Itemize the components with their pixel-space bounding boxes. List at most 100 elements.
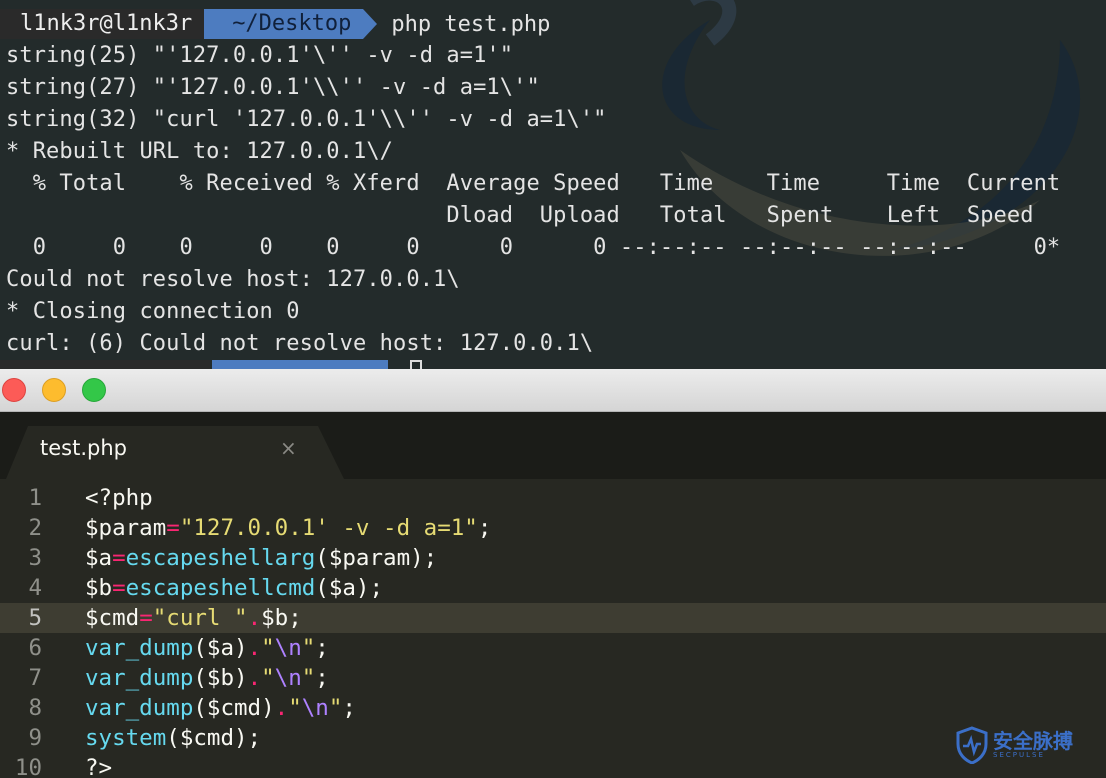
code-line[interactable]: 6 var_dump($a)."\n"; [0,633,1106,663]
code-token: var_dump [85,665,194,691]
tab-close-icon[interactable]: × [280,436,297,460]
code-token: var_dump [85,635,194,661]
code-line[interactable]: 10 ?> [0,753,1106,778]
code-token: = [139,605,153,631]
code-token: \n [274,635,302,661]
code-token: ($cmd); [166,725,262,751]
code-text: $param="127.0.0.1' -v -d a=1"; [85,513,491,543]
code-token: . [247,665,262,691]
secpulse-shield-icon [956,726,988,764]
code-text: var_dump($b)."\n"; [85,663,329,693]
terminal-output-line: curl: (6) Could not resolve host: 127.0.… [6,331,594,356]
code-token: " [301,665,316,691]
code-token: " [328,695,343,721]
code-token: "curl " [152,605,248,631]
line-number[interactable]: 10 [0,753,42,778]
code-token: ($a) [193,635,248,661]
code-token: . [247,605,262,631]
code-line[interactable]: 2 $param="127.0.0.1' -v -d a=1"; [0,513,1106,543]
line-number[interactable]: 6 [0,633,42,663]
line-number[interactable]: 1 [0,483,42,513]
code-token: system [85,725,167,751]
code-token: $b [85,575,113,601]
code-line[interactable]: 1 <?php [0,483,1106,513]
code-token: "127.0.0.1' -v -d a=1" [179,515,478,541]
code-line[interactable]: 4 $b=escapeshellcmd($a); [0,573,1106,603]
next-prompt-partial [0,360,430,369]
line-number[interactable]: 7 [0,663,42,693]
code-token: " [261,665,275,691]
code-token: var_dump [85,695,194,721]
shell-prompt: l1nk3r@l1nk3r ~/Desktop php test.php [0,8,1054,40]
code-token: ($param); [315,545,438,571]
code-token: = [112,575,126,601]
terminal-output-line: * Rebuilt URL to: 127.0.0.1\/ [6,139,394,164]
code-token: ; [477,515,492,541]
prompt-user: l1nk3r@l1nk3r [0,9,219,39]
line-number[interactable]: 3 [0,543,42,573]
code-text: <?php [85,483,153,513]
terminal-cursor-icon [410,360,422,369]
code-token: \n [274,665,302,691]
line-number[interactable]: 5 [0,603,42,633]
sublime-editor-window[interactable]: test.php × 1 <?php 2 $param="127.0.0.1' -v … [0,369,1106,778]
code-token: ?> [85,755,113,778]
code-token: \n [301,695,329,721]
code-token: ($b) [193,665,248,691]
terminal-output: string(25) "'127.0.0.1'\'' -v -d a=1'" st… [6,40,1060,360]
window-titlebar[interactable] [0,369,1106,412]
code-token: $a [85,545,113,571]
code-token: ; [342,695,356,721]
terminal-output-line: string(32) "curl '127.0.0.1'\\'' -v -d a… [6,107,607,132]
code-editor[interactable]: 1 <?php 2 $param="127.0.0.1' -v -d a=1"; 3 $a… [0,483,1106,778]
code-token: = [112,545,126,571]
code-token: ; [315,665,329,691]
code-token: escapeshellarg [125,545,316,571]
terminal-output-line: Dload Upload Total Spent Left Speed [6,203,1034,228]
maximize-window-icon[interactable] [82,378,106,402]
code-token: " [288,695,302,721]
terminal-window[interactable]: l1nk3r@l1nk3r ~/Desktop php test.php str… [0,0,1106,369]
code-token: " [261,635,275,661]
code-token: $cmd [85,605,140,631]
prompt-command: php test.php [391,11,551,37]
code-line[interactable]: 8 var_dump($cmd)."\n"; [0,693,1106,723]
code-token: . [274,695,289,721]
close-window-icon[interactable] [2,378,26,402]
tab-label[interactable]: test.php [40,436,127,460]
code-token: ($cmd) [193,695,275,721]
watermark-text: 安全脉搏 [993,729,1073,753]
terminal-output-line: % Total % Received % Xferd Average Speed… [6,171,1061,196]
terminal-output-line: 0 0 0 0 0 0 0 0 --:--:-- --:--:-- --:--:… [6,235,1061,260]
line-number[interactable]: 2 [0,513,42,543]
code-text: ?> [85,753,112,778]
code-token: escapeshellcmd [125,575,316,601]
code-token: <?php [85,485,153,511]
line-number[interactable]: 9 [0,723,42,753]
secpulse-watermark: 安全脉搏 SECPULSE [955,726,1073,764]
code-line[interactable]: 5 $cmd="curl ".$b; [0,603,1106,633]
code-token: ($a); [315,575,384,601]
code-token: = [166,515,180,541]
code-token: " [301,635,316,661]
code-line[interactable]: 3 $a=escapeshellarg($param); [0,543,1106,573]
terminal-output-line: string(25) "'127.0.0.1'\'' -v -d a=1'" [6,43,514,68]
line-number[interactable]: 4 [0,573,42,603]
code-text: system($cmd); [85,723,261,753]
code-token: $b; [261,605,302,631]
code-token: $param [85,515,167,541]
code-line[interactable]: 7 var_dump($b)."\n"; [0,663,1106,693]
code-line[interactable]: 9 system($cmd); [0,723,1106,753]
code-token: ; [315,635,329,661]
code-text: var_dump($a)."\n"; [85,633,329,663]
line-number[interactable]: 8 [0,693,42,723]
terminal-output-line: string(27) "'127.0.0.1'\\'' -v -d a=1\'" [6,75,540,100]
code-text: $cmd="curl ".$b; [85,603,302,633]
code-token: . [247,635,262,661]
minimize-window-icon[interactable] [42,378,66,402]
prompt-directory: ~/Desktop [204,9,378,39]
tab-bar: test.php × [0,412,1106,479]
terminal-output-line: * Closing connection 0 [6,299,300,324]
terminal-output-line: Could not resolve host: 127.0.0.1\ [6,267,460,292]
code-text: $b=escapeshellcmd($a); [85,573,383,603]
